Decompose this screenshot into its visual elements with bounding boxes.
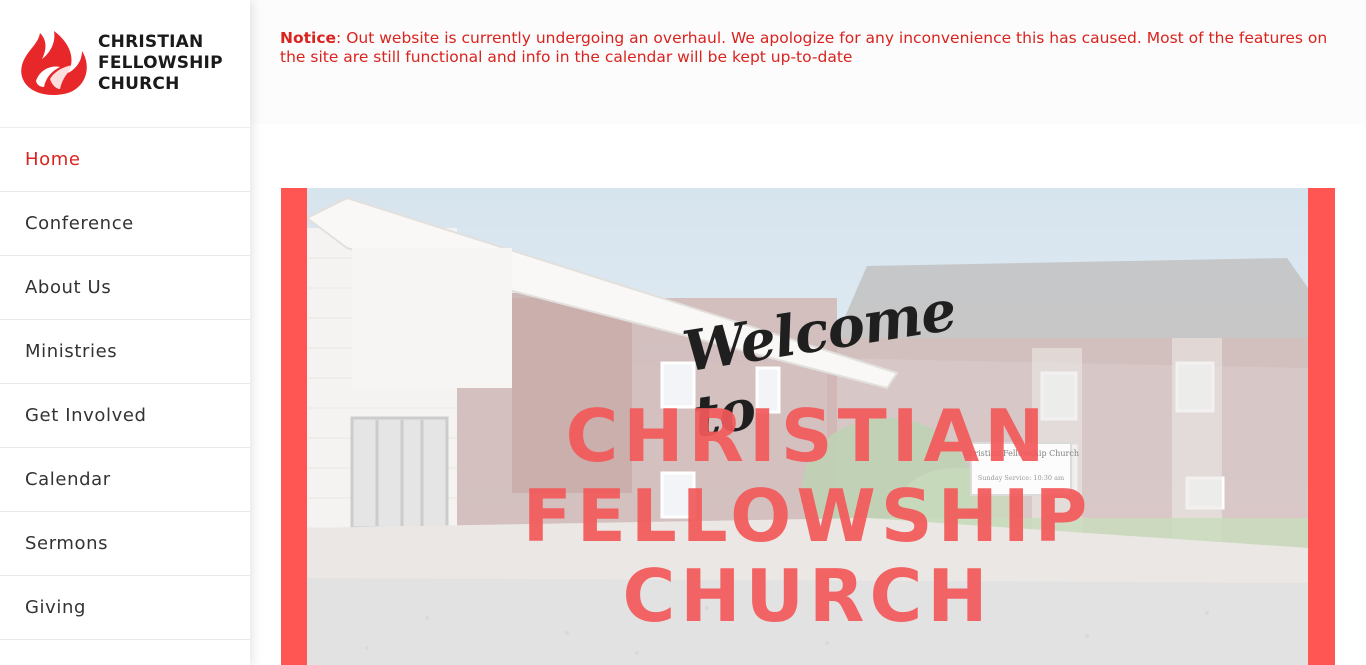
flame-icon bbox=[21, 30, 87, 95]
church-building-photo: Christian Fellowship Church Sunday Servi… bbox=[307, 188, 1308, 665]
notice-bar: Notice: Out website is currently undergo… bbox=[250, 0, 1366, 124]
hero-banner: Christian Fellowship Church Sunday Servi… bbox=[281, 188, 1335, 665]
nav-item-giving[interactable]: Giving bbox=[0, 576, 250, 640]
notice-message: Notice: Out website is currently undergo… bbox=[280, 29, 1340, 67]
nav-item-about-us[interactable]: About Us bbox=[0, 256, 250, 320]
logo[interactable]: CHRISTIAN FELLOWSHIP CHURCH bbox=[0, 0, 250, 128]
nav-item-home[interactable]: Home bbox=[0, 128, 250, 192]
nav-item-calendar[interactable]: Calendar bbox=[0, 448, 250, 512]
main-content: Notice: Out website is currently undergo… bbox=[250, 0, 1366, 665]
sidebar: CHRISTIAN FELLOWSHIP CHURCH Home Confere… bbox=[0, 0, 250, 665]
notice-text: : Out website is currently undergoing an… bbox=[280, 29, 1328, 66]
nav-item-ministries[interactable]: Ministries bbox=[0, 320, 250, 384]
brand-name: CHRISTIAN FELLOWSHIP CHURCH bbox=[98, 32, 223, 95]
nav-item-get-involved[interactable]: Get Involved bbox=[0, 384, 250, 448]
brand-name-line: FELLOWSHIP bbox=[98, 53, 223, 73]
nav-item-conference[interactable]: Conference bbox=[0, 192, 250, 256]
hero-title-line: CHRISTIAN bbox=[565, 394, 1050, 478]
main-nav: Home Conference About Us Ministries Get … bbox=[0, 128, 250, 640]
hero-title-line: FELLOWSHIP bbox=[522, 474, 1093, 558]
notice-label: Notice bbox=[280, 29, 337, 47]
hero-title-line: CHURCH bbox=[622, 554, 993, 638]
brand-name-line: CHRISTIAN bbox=[98, 32, 204, 52]
brand-name-line: CHURCH bbox=[98, 74, 180, 94]
nav-item-sermons[interactable]: Sermons bbox=[0, 512, 250, 576]
